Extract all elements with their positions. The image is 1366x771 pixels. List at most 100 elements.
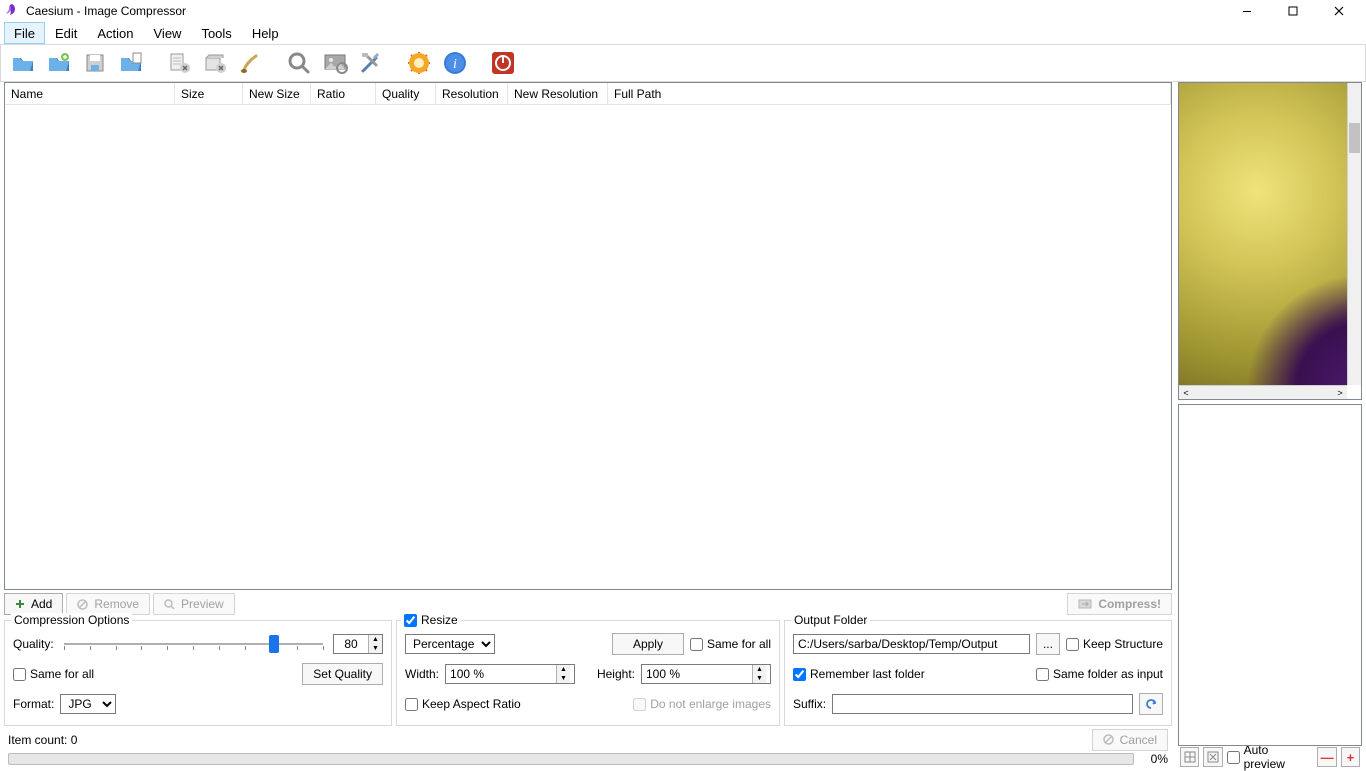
suffix-input[interactable] bbox=[832, 694, 1133, 714]
open-folder-button[interactable] bbox=[43, 47, 75, 79]
window-minimize-button[interactable] bbox=[1224, 0, 1270, 22]
output-panel: Output Folder ... Keep Structure Remembe… bbox=[784, 620, 1172, 726]
suffix-reset-button[interactable] bbox=[1139, 693, 1163, 715]
resize-mode-select[interactable]: Percentage bbox=[405, 634, 495, 654]
col-size[interactable]: Size bbox=[175, 83, 243, 104]
menu-view[interactable]: View bbox=[144, 22, 192, 44]
compression-same-for-all-label: Same for all bbox=[30, 667, 94, 681]
col-fullpath[interactable]: Full Path bbox=[608, 83, 1171, 104]
keep-aspect-ratio[interactable]: Keep Aspect Ratio bbox=[405, 697, 521, 711]
window-close-button[interactable] bbox=[1316, 0, 1362, 22]
resize-same-for-all-checkbox[interactable] bbox=[690, 638, 703, 651]
clear-list-button[interactable] bbox=[199, 47, 231, 79]
compression-same-for-all[interactable]: Same for all bbox=[13, 667, 94, 681]
preview-image-button[interactable] bbox=[319, 47, 351, 79]
col-newresolution[interactable]: New Resolution bbox=[508, 83, 608, 104]
zoom-out-button[interactable]: — bbox=[1317, 747, 1336, 767]
resize-toggle-checkbox[interactable] bbox=[404, 614, 417, 627]
window-title: Caesium - Image Compressor bbox=[26, 4, 186, 18]
height-spinbox[interactable]: ▲▼ bbox=[641, 664, 771, 684]
exit-button[interactable] bbox=[487, 47, 519, 79]
remember-last-folder-checkbox[interactable] bbox=[793, 668, 806, 681]
quality-spin-down[interactable]: ▼ bbox=[369, 644, 382, 653]
format-select[interactable]: JPG bbox=[60, 694, 116, 714]
preview-original-hscroll[interactable]: < > bbox=[1179, 385, 1347, 399]
settings-button[interactable] bbox=[355, 47, 387, 79]
quality-spinbox[interactable]: ▲▼ bbox=[333, 634, 383, 654]
quality-label: Quality: bbox=[13, 637, 54, 651]
col-ratio[interactable]: Ratio bbox=[311, 83, 376, 104]
resize-toggle[interactable]: Resize bbox=[404, 613, 458, 627]
window-maximize-button[interactable] bbox=[1270, 0, 1316, 22]
width-spinbox[interactable]: ▲▼ bbox=[445, 664, 575, 684]
height-input[interactable] bbox=[642, 665, 752, 683]
width-spin-down[interactable]: ▼ bbox=[557, 674, 570, 683]
remove-button[interactable]: Remove bbox=[66, 593, 150, 615]
auto-preview[interactable]: Auto preview bbox=[1227, 743, 1310, 771]
resize-same-for-all[interactable]: Same for all bbox=[690, 637, 771, 651]
preview-button[interactable] bbox=[283, 47, 315, 79]
col-quality[interactable]: Quality bbox=[376, 83, 436, 104]
resize-panel: Resize Percentage Apply Same for all Wid… bbox=[396, 620, 780, 726]
menu-action[interactable]: Action bbox=[87, 22, 143, 44]
auto-preview-label: Auto preview bbox=[1244, 743, 1310, 771]
resize-panel-title: Resize bbox=[421, 613, 458, 627]
keep-structure-checkbox[interactable] bbox=[1066, 638, 1079, 651]
remember-last-folder[interactable]: Remember last folder bbox=[793, 667, 925, 681]
hscroll-right-arrow[interactable]: > bbox=[1333, 386, 1347, 400]
about-button[interactable]: i bbox=[439, 47, 471, 79]
output-path-input[interactable] bbox=[793, 634, 1030, 654]
keep-aspect-ratio-checkbox[interactable] bbox=[405, 698, 418, 711]
menu-help[interactable]: Help bbox=[242, 22, 289, 44]
compress-button[interactable]: Compress! bbox=[1067, 593, 1172, 615]
fit-window-button[interactable] bbox=[1180, 747, 1199, 767]
do-not-enlarge-label: Do not enlarge images bbox=[650, 697, 771, 711]
col-name[interactable]: Name bbox=[5, 83, 175, 104]
cancel-button[interactable]: Cancel bbox=[1092, 729, 1168, 751]
toolbar: i bbox=[0, 44, 1366, 82]
open-files-button[interactable] bbox=[7, 47, 39, 79]
same-folder-as-input-label: Same folder as input bbox=[1053, 667, 1163, 681]
col-newsize[interactable]: New Size bbox=[243, 83, 311, 104]
preview-original-image[interactable] bbox=[1179, 83, 1347, 385]
browse-button[interactable]: ... bbox=[1036, 633, 1060, 655]
preview-footer: Auto preview — + bbox=[1178, 746, 1362, 768]
preview-compressed-pane[interactable] bbox=[1178, 404, 1362, 746]
width-input[interactable] bbox=[446, 665, 556, 683]
file-list[interactable]: Name Size New Size Ratio Quality Resolut… bbox=[4, 82, 1172, 590]
set-quality-button[interactable]: Set Quality bbox=[302, 663, 383, 685]
same-folder-as-input-checkbox[interactable] bbox=[1036, 668, 1049, 681]
hscroll-left-arrow[interactable]: < bbox=[1179, 386, 1193, 400]
height-spin-up[interactable]: ▲ bbox=[753, 665, 766, 674]
brush-button[interactable] bbox=[235, 47, 267, 79]
remember-last-folder-label: Remember last folder bbox=[810, 667, 925, 681]
zoom-in-button[interactable]: + bbox=[1341, 747, 1360, 767]
col-resolution[interactable]: Resolution bbox=[436, 83, 508, 104]
resize-apply-button[interactable]: Apply bbox=[612, 633, 684, 655]
save-list-button[interactable] bbox=[79, 47, 111, 79]
remove-item-button[interactable] bbox=[163, 47, 195, 79]
output-panel-title: Output Folder bbox=[791, 613, 870, 627]
quality-spin-up[interactable]: ▲ bbox=[369, 635, 382, 644]
same-folder-as-input[interactable]: Same folder as input bbox=[1036, 667, 1163, 681]
menu-tools[interactable]: Tools bbox=[191, 22, 241, 44]
width-spin-up[interactable]: ▲ bbox=[557, 665, 570, 674]
preview-original-vscroll[interactable] bbox=[1347, 83, 1361, 385]
quality-input[interactable] bbox=[334, 635, 368, 653]
auto-preview-checkbox[interactable] bbox=[1227, 751, 1240, 764]
keep-structure[interactable]: Keep Structure bbox=[1066, 637, 1163, 651]
menu-edit[interactable]: Edit bbox=[45, 22, 87, 44]
open-list-button[interactable] bbox=[115, 47, 147, 79]
preview-button-small[interactable]: Preview bbox=[153, 593, 235, 615]
quality-slider[interactable] bbox=[60, 634, 327, 654]
keep-structure-label: Keep Structure bbox=[1083, 637, 1163, 651]
add-button[interactable]: Add bbox=[4, 593, 63, 615]
preview-original-pane: < > bbox=[1178, 82, 1362, 400]
file-list-body[interactable] bbox=[5, 105, 1171, 589]
titlebar: Caesium - Image Compressor bbox=[0, 0, 1366, 22]
donate-button[interactable] bbox=[403, 47, 435, 79]
menu-file[interactable]: File bbox=[4, 22, 45, 44]
height-spin-down[interactable]: ▼ bbox=[753, 674, 766, 683]
compression-same-for-all-checkbox[interactable] bbox=[13, 668, 26, 681]
actual-size-button[interactable] bbox=[1203, 747, 1222, 767]
